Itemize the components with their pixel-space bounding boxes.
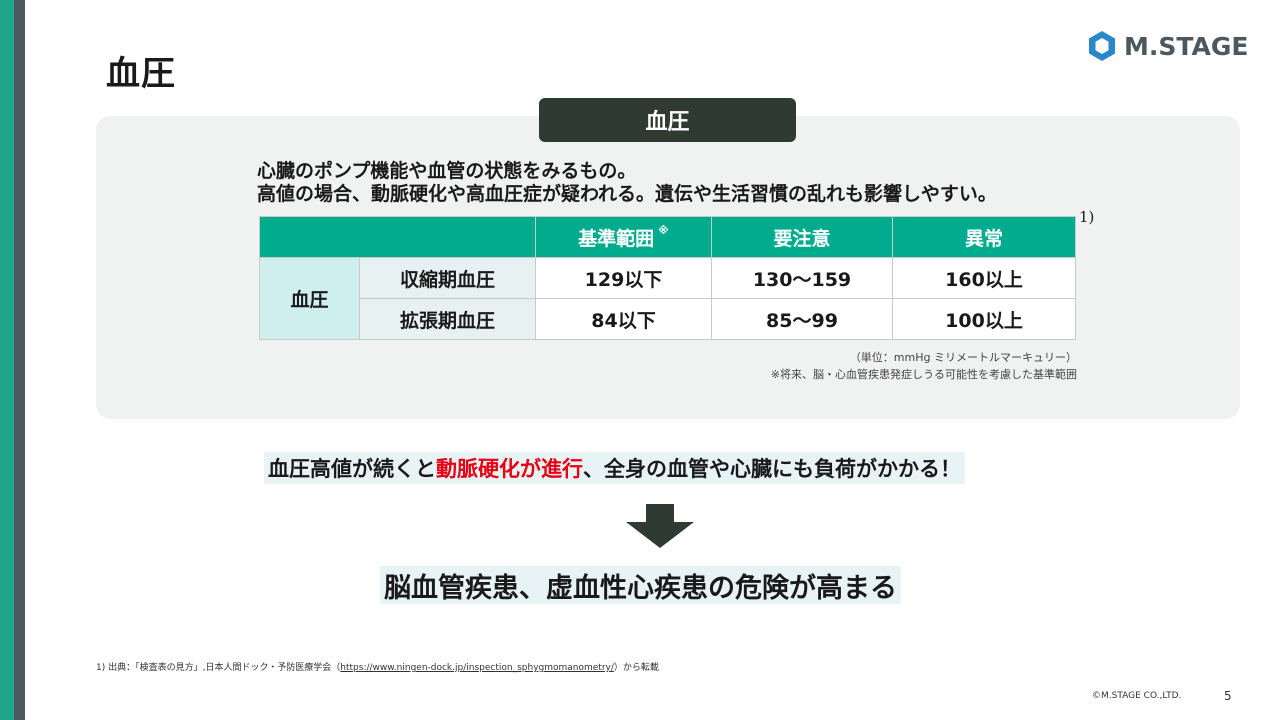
table-row-label: 収縮期血圧 <box>359 257 536 299</box>
table-cell: 85～99 <box>711 298 893 340</box>
table-header-caution: 要注意 <box>711 216 893 258</box>
side-dark-bar <box>14 0 25 720</box>
table-cell: 160以上 <box>892 257 1076 299</box>
table-header-note: ※ <box>658 223 669 237</box>
blood-pressure-table: 基準範囲 ※ 要注意 異常 血圧 収縮期血圧 129以下 130～159 160以… <box>259 216 1076 340</box>
claim-statement: 血圧高値が続くと 動脈硬化が進行 、全身の血管や心臓にも負荷がかかる！ <box>264 452 965 484</box>
description: 心臓のポンプ機能や血管の状態をみるもの。 高値の場合、動脈硬化や高血圧症が疑われ… <box>257 160 997 206</box>
footnote-prefix: 1) 出典：「検査表の見方」,日本人間ドック・予防医療学会（ <box>96 663 341 673</box>
panel-header: 血圧 <box>539 98 796 142</box>
page-title: 血圧 <box>106 54 176 94</box>
unit-note: （単位：mmHg ミリメートルマーキュリー） <box>849 351 1077 364</box>
range-note: ※将来、脳・心血管疾患発症しうる可能性を考慮した基準範囲 <box>770 368 1077 381</box>
source-link[interactable]: https://www.ningen-dock.jp/inspection_sp… <box>340 663 614 673</box>
description-line-1: 心臓のポンプ機能や血管の状態をみるもの。 <box>257 160 637 182</box>
table-cell: 100以上 <box>892 298 1076 340</box>
table-header-standard: 基準範囲 ※ <box>535 216 712 258</box>
description-line-2: 高値の場合、動脈硬化や高血圧症が疑われる。遺伝や生活習慣の乱れも影響しやすい。 <box>257 183 997 205</box>
table-row: 拡張期血圧 84以下 85～99 100以上 <box>260 298 1076 340</box>
side-accent-bar <box>0 0 14 720</box>
footnote-suffix: ）から転載 <box>613 663 659 673</box>
table-row: 血圧 収縮期血圧 129以下 130～159 160以上 <box>259 257 1076 340</box>
logo-text: M.STAGE <box>1124 31 1249 61</box>
hexagon-logo-icon <box>1089 31 1115 61</box>
table-header-standard-label: 基準範囲 <box>578 227 655 250</box>
table-cell: 129以下 <box>535 257 712 299</box>
table-row-label: 拡張期血圧 <box>359 298 536 340</box>
table-header-abnormal: 異常 <box>892 216 1076 258</box>
claim-highlight: 動脈硬化が進行 <box>436 457 583 481</box>
claim-after: 、全身の血管や心臓にも負荷がかかる！ <box>583 457 961 481</box>
source-footnote: 1) 出典：「検査表の見方」,日本人間ドック・予防医療学会（https://ww… <box>96 660 659 673</box>
copyright: ©M.STAGE CO.,LTD. <box>1092 691 1182 701</box>
table-category: 血圧 <box>259 257 360 340</box>
down-arrow-icon <box>626 504 694 548</box>
conclusion-statement: 脳血管疾患、虚血性心疾患の危険が高まる <box>380 566 901 604</box>
table-header-empty <box>259 216 536 258</box>
reference-mark: 1) <box>1079 208 1095 226</box>
table-header-row: 基準範囲 ※ 要注意 異常 <box>259 216 1076 258</box>
table-cell: 130～159 <box>711 257 893 299</box>
table-cell: 84以下 <box>535 298 712 340</box>
company-logo: M.STAGE <box>1086 30 1248 62</box>
claim-before: 血圧高値が続くと <box>268 457 436 481</box>
page-number: 5 <box>1224 689 1232 703</box>
